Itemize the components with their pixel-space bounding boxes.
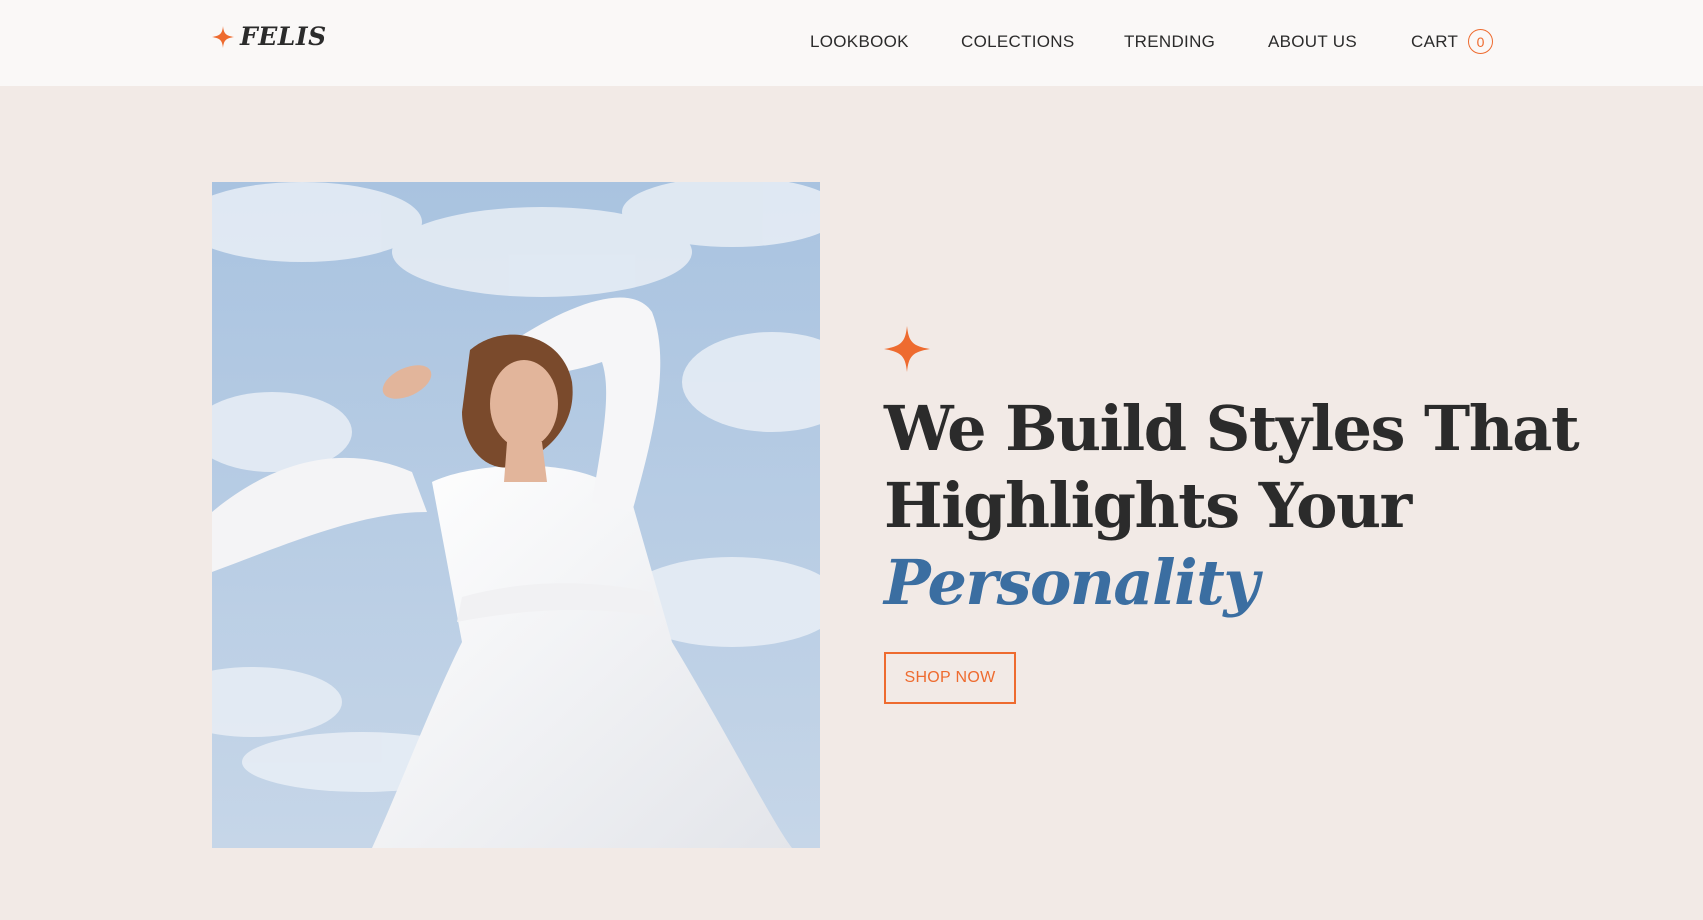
headline-line-2: Highlights Your <box>884 469 1412 542</box>
nav-cart[interactable]: CART <box>1411 32 1458 52</box>
headline-line-1: We Build Styles That <box>884 392 1580 465</box>
nav-collections[interactable]: COLECTIONS <box>961 32 1075 52</box>
nav-about-us[interactable]: ABOUT US <box>1268 32 1357 52</box>
hero-headline: We Build Styles That Highlights Your Per… <box>884 390 1584 621</box>
site-header: FELIS LOOKBOOK COLECTIONS TRENDING ABOUT… <box>0 0 1703 86</box>
hero-image <box>212 182 820 848</box>
cart-count-badge[interactable]: 0 <box>1468 29 1493 54</box>
headline-accent: Personality <box>884 546 1259 619</box>
nav-lookbook[interactable]: LOOKBOOK <box>810 32 909 52</box>
main-navigation: LOOKBOOK COLECTIONS TRENDING ABOUT US CA… <box>0 0 1703 86</box>
sparkle-icon <box>884 326 930 372</box>
shop-now-button[interactable]: SHOP NOW <box>884 652 1016 704</box>
nav-trending[interactable]: TRENDING <box>1124 32 1215 52</box>
